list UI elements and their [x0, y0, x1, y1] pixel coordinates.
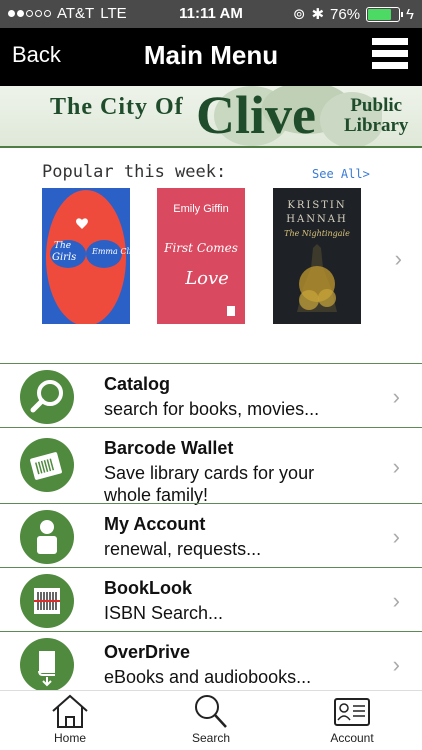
chevron-right-icon[interactable]: › — [395, 246, 402, 272]
main-menu-list: Catalog search for books, movies... › Ba… — [0, 363, 422, 695]
banner-city-of: The City Of — [50, 94, 184, 120]
first-comes-love-cover-art: Emily Giffin First Comes Love — [157, 188, 245, 324]
battery-percent: 76% — [330, 5, 361, 23]
first-comes-love-title-b: Love — [184, 268, 229, 289]
chevron-right-icon: › — [392, 588, 400, 613]
tab-home[interactable]: Home — [30, 693, 110, 745]
tab-account[interactable]: Account — [312, 693, 392, 745]
wallet-icon — [20, 438, 74, 492]
back-button[interactable]: Back — [12, 42, 61, 68]
home-icon — [52, 694, 88, 728]
magnifier-icon — [20, 370, 74, 424]
bottom-tab-bar: Home Search Account — [0, 690, 422, 750]
tab-search-label: Search — [191, 731, 231, 745]
see-all-link[interactable]: See All> — [312, 167, 370, 181]
menu-item-subtitle: search for books, movies... — [104, 399, 320, 419]
banner-library: Library — [344, 115, 409, 136]
banner-clive: Clive — [196, 86, 316, 145]
chevron-right-icon: › — [392, 652, 400, 677]
search-icon — [195, 695, 227, 728]
the-girls-cover-art: The Girls Emma Cline — [42, 188, 130, 324]
popular-title: Popular this week: — [42, 162, 227, 182]
menu-item-subtitle: Save library cards for your whole family… — [104, 463, 315, 505]
hamburger-menu-icon[interactable] — [372, 38, 408, 74]
the-girls-title-girls: Girls — [52, 252, 76, 263]
chevron-right-icon: › — [392, 384, 400, 409]
tab-account-label: Account — [330, 731, 374, 745]
popular-section: Popular this week: See All> The Girls Em… — [0, 150, 422, 364]
book-cover-the-nightingale[interactable]: KRISTIN HANNAH The Nightingale — [273, 188, 361, 324]
nightingale-author-first: KRISTIN — [287, 200, 346, 211]
menu-item-title: My Account — [104, 514, 206, 534]
menu-item-catalog[interactable]: Catalog search for books, movies... › — [0, 363, 422, 427]
first-comes-love-author: Emily Giffin — [173, 203, 228, 215]
bluetooth-icon: ✱ — [311, 6, 325, 23]
chevron-right-icon: › — [392, 454, 400, 479]
nightingale-title: The Nightingale — [284, 229, 350, 238]
menu-item-subtitle: renewal, requests... — [104, 539, 262, 559]
battery-icon — [366, 6, 404, 22]
menu-item-my-account[interactable]: My Account renewal, requests... › — [0, 503, 422, 567]
first-comes-love-title-a: First Comes — [163, 241, 238, 255]
book-cover-the-girls[interactable]: The Girls Emma Cline — [42, 188, 130, 324]
menu-item-booklook[interactable]: BookLook ISBN Search... › — [0, 567, 422, 631]
book-cover-first-comes-love[interactable]: Emily Giffin First Comes Love — [157, 188, 245, 324]
barcode-scanner-icon — [20, 574, 74, 628]
person-icon — [20, 510, 74, 564]
id-card-icon — [334, 698, 370, 726]
menu-item-subtitle: ISBN Search... — [104, 603, 224, 623]
page-title: Main Menu — [143, 40, 279, 70]
rotation-lock-icon: ⊚ — [292, 6, 306, 23]
menu-item-title: BookLook — [104, 578, 192, 598]
the-girls-author: Emma Cline — [91, 247, 130, 256]
menu-item-title: Catalog — [104, 374, 171, 394]
banner-public: Public — [350, 95, 403, 116]
ebook-download-icon — [20, 638, 74, 692]
banner-public-library: Public Library — [344, 96, 408, 136]
menu-item-overdrive[interactable]: OverDrive eBooks and audiobooks... › — [0, 631, 422, 695]
tab-search[interactable]: Search — [171, 693, 251, 745]
menu-item-title: OverDrive — [104, 642, 191, 662]
nightingale-cover-art: KRISTIN HANNAH The Nightingale — [273, 188, 361, 324]
tab-home-label: Home — [53, 731, 86, 745]
status-right: ⊚ ✱ 76% ϟ — [292, 5, 414, 24]
library-banner: The City Of Clive Public Library — [0, 86, 422, 148]
charging-icon: ϟ — [406, 5, 414, 23]
the-girls-title-the: The — [54, 241, 71, 251]
menu-item-barcode-wallet[interactable]: Barcode Wallet Save library cards for yo… — [0, 427, 422, 505]
menu-item-title: Barcode Wallet — [104, 438, 234, 458]
navigation-bar: Back Main Menu — [0, 28, 422, 86]
chevron-right-icon: › — [392, 524, 400, 549]
nightingale-author-last: HANNAH — [286, 214, 347, 225]
status-bar: AT&T LTE 11:11 AM ⊚ ✱ 76% ϟ — [0, 0, 422, 28]
menu-item-subtitle: eBooks and audiobooks... — [104, 667, 312, 687]
